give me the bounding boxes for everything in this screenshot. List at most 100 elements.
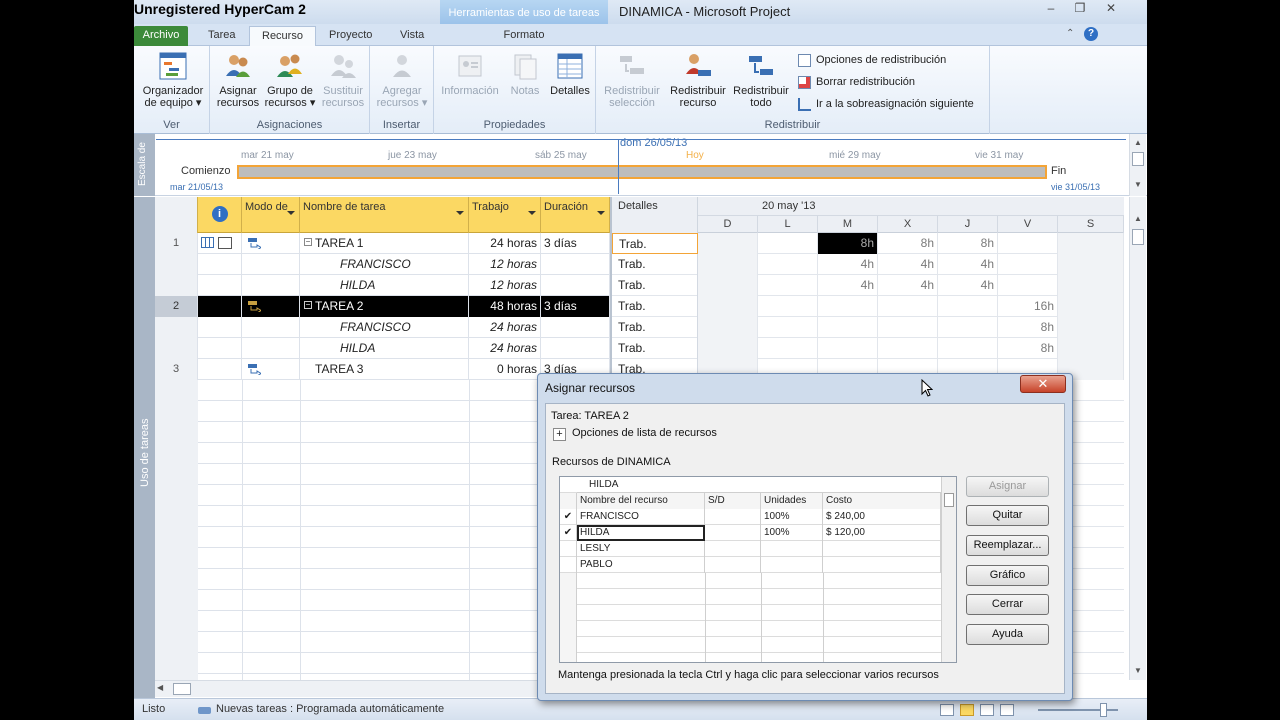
collapse-ribbon-icon[interactable]: ⌃ [1066,28,1078,40]
work-cell[interactable]: 24 horas [469,317,541,338]
help-icon[interactable]: ? [1084,27,1098,41]
resource-grid-scrollbar[interactable] [941,477,956,662]
column-duracion[interactable]: Duración [541,197,610,233]
table-row-selected[interactable]: 2 TAREA 2 − 48 horas 3 días [155,296,610,317]
assignment-name-cell[interactable]: HILDA [300,275,469,296]
close-button[interactable]: ✕ [1100,0,1122,18]
scroll-down-icon[interactable]: ▼ [1132,179,1144,191]
redistribuir-recurso-button[interactable]: Redistribuir recurso [666,50,730,109]
dropdown-arrow-icon[interactable] [456,211,464,215]
view-resource-sheet-icon[interactable] [1000,704,1014,716]
scroll-up-icon[interactable]: ▲ [1132,137,1144,149]
restore-button[interactable]: ❐ [1069,0,1091,18]
resource-list-options-link[interactable]: Opciones de lista de recursos [572,427,717,439]
view-team-planner-icon[interactable] [980,704,994,716]
duration-cell[interactable] [541,317,610,338]
duration-cell[interactable] [541,338,610,359]
column-nombre[interactable]: Nombre de tarea [300,197,469,233]
grupo-recursos-button[interactable]: Grupo de recursos ▾ [262,50,318,109]
detail-row[interactable]: Trab. 4h 4h 4h [612,254,1124,275]
collapse-icon[interactable]: − [304,301,312,309]
dropdown-arrow-icon[interactable] [597,211,605,215]
view-task-usage-icon[interactable] [960,704,974,716]
notas-button[interactable]: Notas [502,50,548,97]
detail-row[interactable]: Trab. 4h 4h 4h [612,275,1124,296]
table-row[interactable]: FRANCISCO 24 horas [155,317,610,338]
dropdown-arrow-icon[interactable] [528,211,536,215]
table-row[interactable]: 1 TAREA 1 − 24 horas 3 días [155,233,610,254]
assignment-name-cell[interactable]: FRANCISCO [300,317,469,338]
work-cell[interactable]: 12 horas [469,275,541,296]
resource-row[interactable]: ✔ FRANCISCO 100% $ 240,00 [560,509,941,525]
duration-cell[interactable]: 3 días [541,296,610,317]
scroll-thumb[interactable] [173,683,191,695]
tab-recurso[interactable]: Recurso [249,26,316,47]
task-name-cell[interactable]: TAREA 1 [300,233,469,254]
zoom-slider-thumb[interactable] [1100,703,1107,717]
column-trabajo[interactable]: Trabajo [469,197,541,233]
table-row[interactable]: FRANCISCO 12 horas [155,254,610,275]
view-gantt-icon[interactable] [940,704,954,716]
tab-archivo[interactable]: Archivo [134,26,188,46]
detail-vscrollbar[interactable]: ▲ ▼ [1129,197,1146,680]
scroll-down-icon[interactable]: ▼ [1132,665,1144,677]
table-row[interactable]: HILDA 12 horas [155,275,610,296]
siguiente-sobreasignacion-button[interactable]: Ir a la sobreasignación siguiente [798,94,974,114]
asignar-recursos-button[interactable]: Asignar recursos [214,50,262,109]
agregar-recursos-button[interactable]: Agregar recursos ▾ [374,50,430,109]
cerrar-button[interactable]: Cerrar [966,594,1049,615]
resource-edit-field[interactable]: HILDA [577,477,941,493]
duration-cell[interactable] [541,275,610,296]
tab-vista[interactable]: Vista [388,26,436,46]
column-modo[interactable]: Modo de [242,197,300,233]
tab-tarea[interactable]: Tarea [196,26,248,46]
scroll-thumb[interactable] [1132,152,1144,166]
ayuda-button[interactable]: Ayuda [966,624,1049,645]
detail-row[interactable]: Trab. 8h [612,338,1124,359]
dialog-close-button[interactable]: ✕ [1020,375,1066,393]
detail-row[interactable]: Trab. 16h [612,296,1124,317]
work-cell[interactable]: 24 horas [469,233,541,254]
detail-row[interactable]: Trab. 8h 8h 8h [612,233,1124,254]
resource-row[interactable]: LESLY [560,541,941,557]
resource-row-selected[interactable]: ✔ HILDA 100% $ 120,00 [560,525,941,541]
timeline-scrollbar[interactable]: ▲ ▼ [1129,134,1146,196]
expand-options-icon[interactable]: + [553,428,566,441]
work-cell[interactable]: 48 horas [469,296,541,317]
collapse-icon[interactable]: − [304,238,312,246]
scroll-thumb[interactable] [944,493,954,507]
borrar-redistribucion-button[interactable]: Borrar redistribución [798,72,915,92]
informacion-button[interactable]: Información [438,50,502,97]
work-cell[interactable]: 12 horas [469,254,541,275]
opciones-redistribucion-button[interactable]: Opciones de redistribución [798,50,946,70]
minimize-button[interactable]: – [1040,0,1062,18]
scroll-up-icon[interactable]: ▲ [1132,213,1144,225]
task-name-cell[interactable]: TAREA 3 [300,359,469,380]
grafico-button[interactable]: Gráfico [966,565,1049,586]
select-all-corner[interactable] [155,197,198,233]
duration-cell[interactable] [541,254,610,275]
assignment-name-cell[interactable]: FRANCISCO [300,254,469,275]
resource-grid-empty[interactable] [560,573,941,662]
task-name-cell[interactable]: TAREA 2 [300,296,469,317]
organizador-button[interactable]: Organizador de equipo ▾ [138,50,208,109]
sustituir-recursos-button[interactable]: Sustituir recursos [318,50,368,109]
new-tasks-icon[interactable] [198,707,211,714]
scroll-left-icon[interactable]: ◀ [157,683,163,692]
redistribuir-todo-button[interactable]: Redistribuir todo [730,50,792,109]
column-indicators[interactable]: i [198,197,242,233]
timeline-project-bar[interactable] [237,165,1047,179]
resource-row[interactable]: PABLO [560,557,941,573]
tab-proyecto[interactable]: Proyecto [317,26,384,46]
detail-row[interactable]: Trab. 8h [612,317,1124,338]
overallocated-cell[interactable]: 8h [818,233,878,254]
table-row[interactable]: HILDA 24 horas [155,338,610,359]
dropdown-arrow-icon[interactable] [287,211,295,215]
work-cell[interactable]: 0 horas [469,359,541,380]
asignar-button[interactable]: Asignar [966,476,1049,497]
duration-cell[interactable]: 3 días [541,233,610,254]
timeline-view[interactable]: Escala de dom 26/05/13 mar 21 may jue 23… [134,134,1147,196]
assignment-name-cell[interactable]: HILDA [300,338,469,359]
scroll-thumb[interactable] [1132,229,1144,245]
status-new-tasks[interactable]: Nuevas tareas : Programada automáticamen… [216,703,444,715]
